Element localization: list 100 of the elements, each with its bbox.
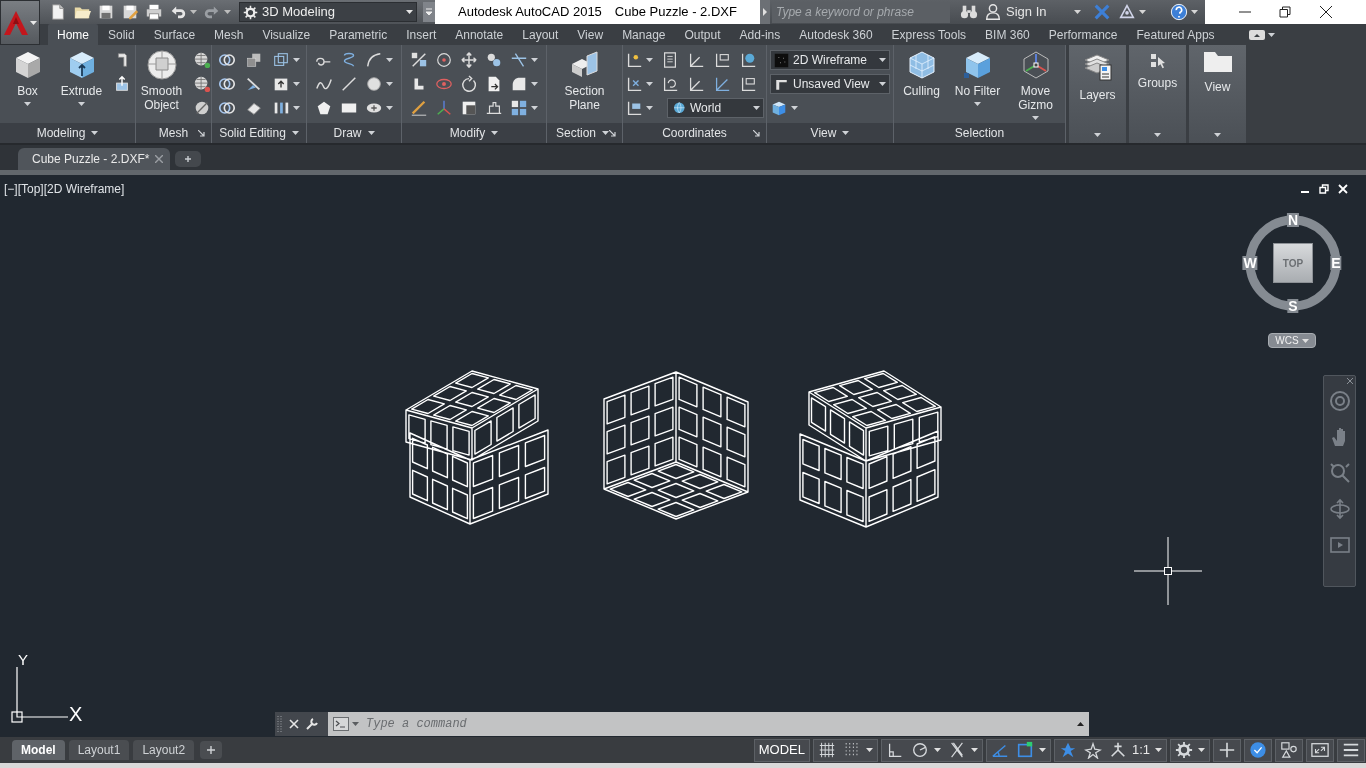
ribbon-tab[interactable]: Insert [397, 24, 446, 45]
ribbon-tab[interactable]: Output [675, 24, 730, 45]
caret-icon[interactable] [791, 106, 798, 110]
stretch-icon[interactable] [485, 99, 503, 117]
named-view-dropdown[interactable]: Unsaved View [770, 74, 890, 94]
target-icon[interactable] [435, 51, 453, 69]
stacked-layers-icon[interactable] [1082, 51, 1113, 81]
caret-icon[interactable] [842, 131, 850, 135]
axes-icon[interactable] [687, 51, 705, 69]
axes-icon[interactable] [713, 75, 731, 93]
square-selection-icon[interactable] [1015, 741, 1034, 759]
caret-icon[interactable] [24, 102, 31, 106]
caret-icon[interactable] [1154, 133, 1161, 137]
caret-icon[interactable] [1198, 748, 1205, 752]
ribbon-tab[interactable]: Surface [144, 24, 205, 45]
ribbon-tool-button[interactable]: Extrude [55, 48, 108, 106]
circles-icon[interactable] [485, 51, 503, 69]
caret-icon[interactable] [291, 131, 299, 135]
diagonal-squares-icon[interactable] [410, 51, 428, 69]
caret-icon[interactable] [293, 106, 300, 110]
group-cursor-icon[interactable] [1149, 53, 1166, 69]
caret-icon[interactable] [293, 82, 300, 86]
grip-handle-icon[interactable] [277, 714, 283, 734]
sign-in-button[interactable]: Sign In [984, 2, 1047, 22]
plus-icon[interactable] [1218, 741, 1236, 759]
caret-icon[interactable] [1094, 133, 1101, 137]
caret-icon[interactable] [646, 106, 653, 110]
caret-icon[interactable] [91, 131, 99, 135]
ribbon-tool-button[interactable]: Smooth Object [136, 48, 187, 112]
caret-icon[interactable] [491, 131, 499, 135]
grid-icon[interactable] [817, 741, 836, 759]
caret-icon[interactable] [1191, 10, 1198, 14]
caret-icon[interactable] [1032, 116, 1039, 120]
visual-style-dropdown[interactable]: 2D Wireframe [770, 50, 890, 70]
gear-icon[interactable] [243, 4, 258, 20]
ribbon-tool-button[interactable]: Box [4, 48, 51, 106]
figure-icon[interactable] [1108, 741, 1127, 759]
folder-icon[interactable] [1202, 51, 1233, 73]
caret-icon[interactable] [974, 102, 981, 106]
workspace-dropdown[interactable]: 3D Modeling [239, 2, 417, 22]
caret-icon[interactable] [933, 748, 941, 752]
caret-icon[interactable] [352, 722, 359, 726]
ribbon-tab[interactable]: Featured Apps [1127, 24, 1224, 45]
print-icon[interactable] [145, 3, 163, 21]
launcher-arrow-icon[interactable] [753, 129, 760, 137]
rounded-corner-icon[interactable] [510, 75, 528, 93]
axes-icon[interactable] [625, 51, 643, 69]
cube-icon[interactable] [770, 99, 788, 117]
layout-tab[interactable]: Layout2 [133, 740, 195, 760]
ribbon-tab[interactable]: Parametric [320, 24, 397, 45]
caret-icon[interactable] [1267, 32, 1275, 37]
caret-icon[interactable] [224, 10, 231, 14]
ribbon-tool-button[interactable]: Section Plane [556, 48, 613, 112]
check-circle-icon[interactable] [1249, 741, 1267, 759]
caret-icon[interactable] [293, 58, 300, 62]
caret-icon[interactable] [30, 20, 37, 25]
save-icon[interactable] [97, 3, 115, 21]
ribbon-tab[interactable]: BIM 360 [976, 24, 1039, 45]
blade-icon[interactable] [245, 75, 263, 93]
dotted-square-icon[interactable] [774, 52, 789, 68]
axes-icon[interactable] [625, 99, 643, 117]
caret-icon[interactable] [1155, 748, 1162, 752]
overlapping-circles-icon[interactable] [218, 51, 236, 69]
plus-icon[interactable] [175, 151, 201, 167]
squares-grid-icon[interactable] [510, 99, 528, 117]
collapsed-panel-button[interactable]: View [1189, 45, 1246, 143]
steering-wheel-icon[interactable] [1328, 390, 1351, 412]
coordinate-system-dropdown[interactable]: World [667, 98, 764, 118]
caret-icon[interactable] [531, 106, 538, 110]
sphere-icon[interactable] [145, 49, 178, 81]
collapsed-panel-button[interactable]: Layers [1069, 45, 1126, 143]
globe-icon[interactable] [671, 100, 686, 116]
four-arrows-icon[interactable] [460, 51, 478, 69]
new-file-icon[interactable] [49, 3, 67, 21]
star-outline-icon[interactable] [1083, 741, 1102, 759]
caret-up-icon[interactable] [1077, 722, 1084, 726]
model-tab[interactable]: Model [12, 740, 65, 760]
ribbon-tab[interactable]: Visualize [253, 24, 320, 45]
ribbon-tab[interactable]: View [568, 24, 613, 45]
menu-icon[interactable] [1342, 741, 1360, 759]
pentagon-icon[interactable] [315, 99, 333, 117]
layout-tab[interactable]: Layout1 [68, 740, 130, 760]
restore-icon[interactable] [1279, 6, 1292, 18]
mesh-sphere-icon[interactable] [192, 75, 211, 93]
command-bar[interactable]: Type a command [328, 712, 1089, 736]
caret-icon[interactable] [646, 58, 653, 62]
ribbon-tool-button[interactable]: No Filter [950, 48, 1005, 106]
arc-icon[interactable] [365, 51, 383, 69]
ribbon-tab[interactable]: Autodesk 360 [790, 24, 882, 45]
wireframe-cube-icon[interactable] [272, 51, 290, 69]
ribbon-toggle-icon[interactable] [1248, 29, 1265, 40]
ribbon-tab[interactable]: Annotate [446, 24, 513, 45]
caret-icon[interactable] [753, 106, 760, 110]
crossed-lines-icon[interactable] [510, 51, 528, 69]
axes-globe-icon[interactable] [739, 51, 757, 69]
ribbon-tab[interactable]: Performance [1039, 24, 1127, 45]
ribbon-tab[interactable]: Solid [99, 24, 144, 45]
wrench-icon[interactable] [305, 717, 319, 731]
caret-icon[interactable] [1214, 133, 1221, 137]
caret-icon[interactable] [646, 82, 653, 86]
